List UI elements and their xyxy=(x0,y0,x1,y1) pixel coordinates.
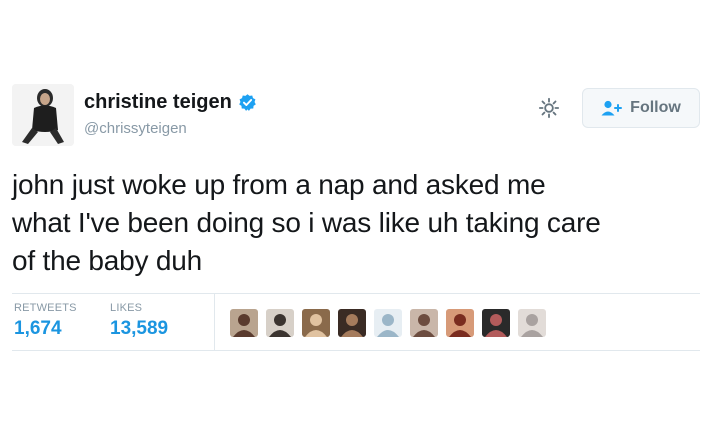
liker-avatar[interactable] xyxy=(302,309,330,337)
verified-badge-icon xyxy=(238,93,257,112)
retweets-count: 1,674 xyxy=(14,318,62,339)
likes-stat[interactable]: LIKES 13,589 xyxy=(110,302,168,340)
liker-avatar-icon xyxy=(374,309,402,337)
liker-avatar-icon xyxy=(482,309,510,337)
tweet-text: john just woke up from a nap and asked m… xyxy=(12,169,601,276)
display-name[interactable]: christine teigen xyxy=(84,91,232,114)
profile-photo-icon xyxy=(12,84,74,146)
liker-avatar-icon xyxy=(302,309,330,337)
user-handle[interactable]: @chrissyteigen xyxy=(84,120,187,137)
liker-avatar[interactable] xyxy=(230,309,258,337)
liker-avatar[interactable] xyxy=(266,309,294,337)
liker-avatar[interactable] xyxy=(410,309,438,337)
liker-avatar-icon xyxy=(410,309,438,337)
retweets-label: RETWEETS xyxy=(14,302,77,314)
follow-button[interactable]: Follow xyxy=(582,88,700,128)
divider xyxy=(12,350,700,351)
liker-avatar-icon xyxy=(446,309,474,337)
liker-avatar[interactable] xyxy=(338,309,366,337)
liker-avatar[interactable] xyxy=(374,309,402,337)
gear-icon xyxy=(538,97,560,119)
follow-label: Follow xyxy=(630,99,681,116)
liker-avatar-icon xyxy=(338,309,366,337)
liker-avatar-icon xyxy=(518,309,546,337)
liker-avatar[interactable] xyxy=(446,309,474,337)
retweets-stat[interactable]: RETWEETS 1,674 xyxy=(14,302,77,340)
name-row: christine teigen xyxy=(84,91,257,114)
stats-divider xyxy=(214,294,215,350)
liker-avatar-icon xyxy=(230,309,258,337)
divider xyxy=(12,293,700,294)
settings-button[interactable] xyxy=(537,96,561,120)
liker-avatar-icon xyxy=(266,309,294,337)
likes-label: LIKES xyxy=(110,302,143,314)
liker-avatar[interactable] xyxy=(518,309,546,337)
avatar[interactable] xyxy=(12,84,74,146)
add-user-icon xyxy=(601,100,623,116)
likes-count: 13,589 xyxy=(110,318,169,339)
tweet-card: christine teigen @chrissyteigen Follow j… xyxy=(0,0,720,432)
liker-avatar[interactable] xyxy=(482,309,510,337)
